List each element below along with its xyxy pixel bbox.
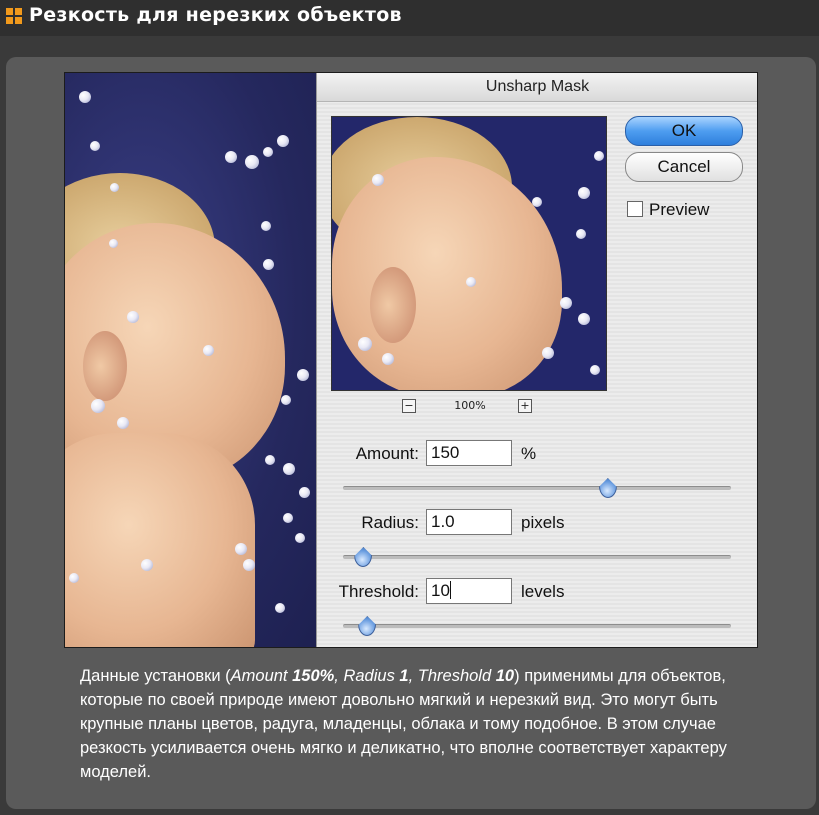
threshold-slider-track[interactable]	[343, 624, 731, 628]
desc-amount-value: 150%	[292, 667, 335, 685]
desc-text-1: Данные установки (	[80, 667, 231, 685]
checkbox-icon[interactable]	[627, 201, 643, 217]
screenshot-figure: Unsharp Mask − 100% + OK Cancel Preview …	[64, 72, 758, 648]
ok-button[interactable]: OK	[625, 116, 743, 146]
amount-unit: %	[521, 444, 537, 463]
radius-slider[interactable]	[343, 547, 731, 567]
radius-slider-track[interactable]	[343, 555, 731, 559]
threshold-input[interactable]: 10	[426, 578, 512, 604]
desc-separator-2: ,	[408, 667, 418, 685]
zoom-controls: − 100% +	[402, 399, 537, 415]
zoom-out-button[interactable]: −	[402, 399, 416, 413]
preview-image[interactable]	[331, 116, 607, 391]
text-caret	[449, 581, 451, 599]
threshold-label: Threshold:	[338, 582, 419, 601]
baby-photo	[65, 73, 325, 647]
preview-label: Preview	[649, 200, 710, 219]
cancel-button[interactable]: Cancel	[625, 152, 743, 182]
zoom-level: 100%	[454, 399, 486, 412]
radius-input[interactable]: 1.0	[426, 509, 512, 535]
grid-icon	[6, 8, 22, 24]
desc-threshold-value: 10	[495, 667, 515, 685]
radius-unit: pixels	[521, 513, 565, 532]
amount-slider-thumb[interactable]	[598, 478, 617, 498]
desc-threshold-word: Threshold	[417, 667, 496, 685]
desc-amount-word: Amount	[230, 667, 293, 685]
threshold-slider[interactable]	[343, 616, 731, 636]
threshold-slider-thumb[interactable]	[358, 616, 377, 636]
radius-slider-thumb[interactable]	[354, 547, 373, 567]
description-text: Данные установки (Amount 150%, Radius 1,…	[80, 664, 760, 784]
desc-radius-value: 1	[399, 667, 409, 685]
amount-input[interactable]: 150	[426, 440, 512, 466]
page-title: Резкость для нерезких объектов	[29, 4, 402, 26]
dialog-title: Unsharp Mask	[485, 78, 590, 95]
amount-slider-track[interactable]	[343, 486, 731, 490]
page-header: Резкость для нерезких объектов	[0, 0, 819, 36]
preview-checkbox[interactable]: Preview	[627, 200, 709, 220]
dialog-titlebar[interactable]: Unsharp Mask	[317, 73, 757, 102]
amount-slider[interactable]	[343, 478, 731, 498]
threshold-unit: levels	[521, 582, 565, 601]
threshold-value: 10	[431, 581, 450, 600]
radius-label: Radius:	[361, 513, 419, 532]
zoom-in-button[interactable]: +	[518, 399, 532, 413]
amount-label: Amount:	[355, 444, 419, 463]
unsharp-mask-dialog: Unsharp Mask − 100% + OK Cancel Preview …	[316, 73, 757, 647]
desc-radius-word: Radius	[343, 667, 400, 685]
